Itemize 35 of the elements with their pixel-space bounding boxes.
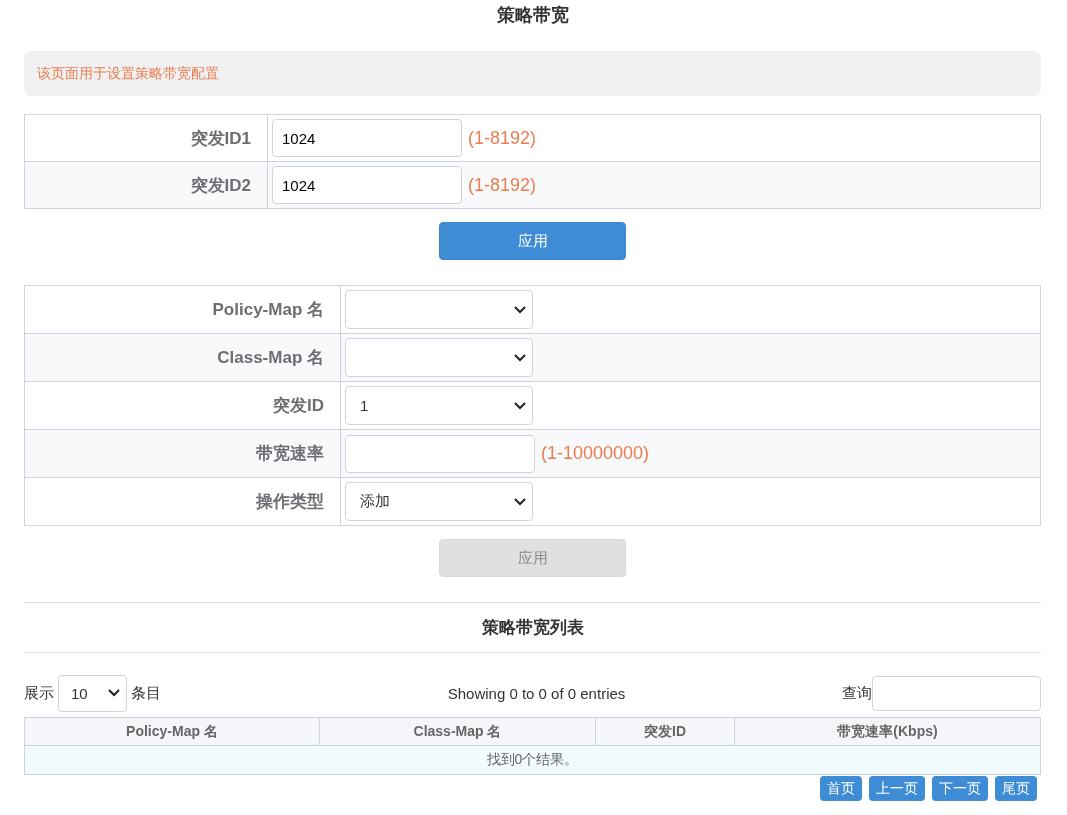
length-label: 展示	[24, 683, 54, 703]
page-size-dropdown[interactable]: 10	[58, 674, 127, 712]
section-title: 策略带宽列表	[481, 617, 584, 639]
input-field[interactable]: 1024	[272, 119, 462, 157]
field-label: Class-Map 名	[25, 334, 341, 381]
input-field[interactable]: 1024	[272, 166, 462, 204]
dropdown[interactable]: 1	[345, 386, 533, 425]
pager-button[interactable]: 下一页	[932, 776, 988, 801]
search-label: 查询	[842, 683, 872, 703]
search-field[interactable]	[872, 675, 1041, 711]
dropdown[interactable]	[345, 338, 533, 377]
page-title: 策略带宽	[495, 4, 570, 27]
pager-button[interactable]: 尾页	[995, 776, 1037, 801]
chevron-down-icon	[514, 353, 526, 362]
chevron-down-icon	[514, 305, 526, 314]
dropdown[interactable]: 添加	[345, 482, 533, 521]
empty-message: 找到0个结果。	[486, 751, 579, 769]
table-info: Showing 0 to 0 of 0 entries	[447, 684, 626, 702]
apply-button[interactable]: 应用	[439, 222, 626, 260]
column-header[interactable]: Policy-Map 名	[25, 718, 319, 745]
field-label: 带宽速率	[25, 430, 341, 477]
range-hint: (1-8192)	[468, 174, 537, 196]
pager-button[interactable]: 首页	[820, 776, 862, 801]
range-hint: (1-10000000)	[541, 443, 650, 464]
input-field[interactable]	[345, 434, 535, 473]
field-label: 突发ID2	[25, 162, 268, 208]
dropdown[interactable]	[345, 290, 533, 329]
pager-button[interactable]: 上一页	[869, 776, 925, 801]
field-label: 操作类型	[25, 478, 341, 525]
notice-text: 该页面用于设置策略带宽配置	[37, 64, 219, 83]
chevron-down-icon	[514, 401, 526, 410]
chevron-down-icon	[108, 689, 120, 697]
chevron-down-icon	[514, 497, 526, 506]
length-label: 条目	[131, 683, 161, 703]
range-hint: (1-8192)	[468, 127, 537, 149]
